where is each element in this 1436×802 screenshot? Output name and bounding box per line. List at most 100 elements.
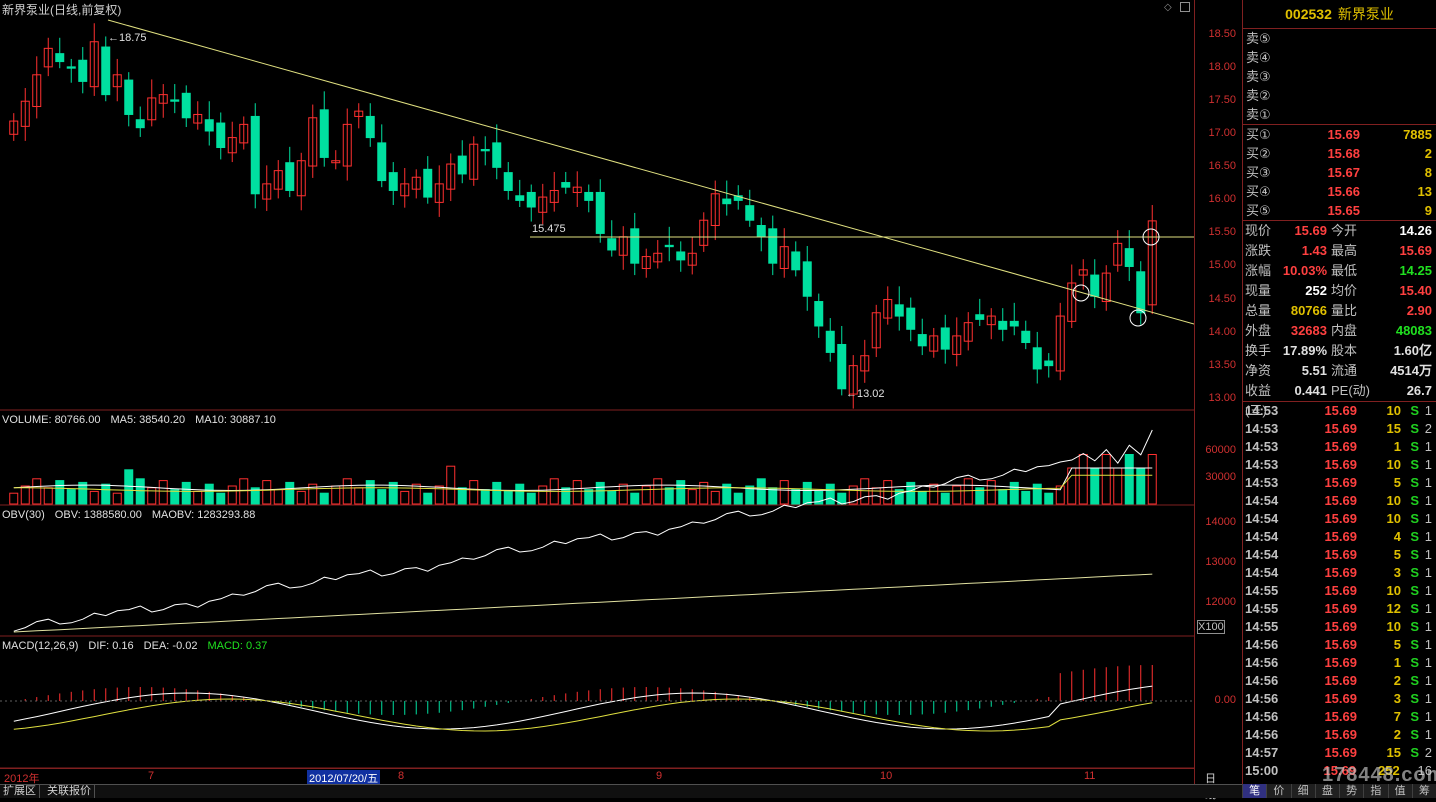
volume-ma5: MA5: 38540.20 [110, 414, 186, 426]
quote-panel: 002532 新界泵业 卖⑤ 卖④ 卖③ 卖② 卖① 买① 15.69 7885 买② 15.6… [1242, 0, 1436, 784]
tab-related-quote[interactable]: 关联报价 [44, 785, 95, 798]
tick-volume: 10 [1386, 403, 1401, 418]
tick-row[interactable]: 14:56 15.69 7 S 1 [1243, 708, 1436, 726]
tick-row[interactable]: 14:56 15.69 5 S 1 [1243, 636, 1436, 654]
volume-bar [1009, 481, 1019, 505]
volume-bar [480, 489, 490, 505]
price-tick: 16.00 [1208, 193, 1236, 206]
kline-chart-area[interactable]: 15.475 ←18.75 ←13.02 [0, 0, 1194, 784]
tick-time: 14:55 [1245, 601, 1279, 616]
tick-row[interactable]: 14:53 15.69 1 S 1 [1243, 438, 1436, 456]
candle-down [480, 148, 490, 152]
diamond-icon[interactable]: ◇ [1164, 2, 1172, 13]
tick-side: S [1410, 727, 1419, 742]
tick-list[interactable]: 14:53 15.69 10 S 1 14:53 15.69 15 S 2 14:53 15.69 1 S… [1243, 402, 1436, 780]
tick-row[interactable]: 14:54 15.69 10 S 1 [1243, 510, 1436, 528]
quote-key: 内盘 [1331, 323, 1358, 338]
buy-order-row[interactable]: 买① 15.69 7885 [1243, 125, 1436, 144]
volume-bar [791, 489, 801, 505]
quote-row: 外盘 32683 内盘 48083 [1243, 321, 1436, 341]
volume-bar [365, 480, 375, 505]
tick-time: 14:56 [1245, 727, 1279, 742]
candle-down [894, 304, 904, 317]
hline-label: 15.475 [532, 223, 566, 235]
tick-row[interactable]: 14:55 15.69 12 S 1 [1243, 600, 1436, 618]
tick-row[interactable]: 14:53 15.69 10 S 1 [1243, 456, 1436, 474]
tick-price: 15.69 [1324, 601, 1357, 616]
volume-bar [664, 487, 674, 505]
order-label: 卖④ [1246, 50, 1271, 65]
tab-extension[interactable]: 扩展区 [0, 785, 40, 798]
candle-down [101, 46, 111, 96]
date-label: 9 [656, 770, 663, 782]
volume-bar [446, 465, 456, 505]
price-tick: 14.50 [1208, 292, 1236, 305]
tick-row[interactable]: 14:53 15.69 15 S 2 [1243, 420, 1436, 438]
sell-order-row[interactable]: 卖⑤ [1243, 29, 1436, 48]
tick-side: S [1410, 403, 1419, 418]
quote-value: 252 [1305, 283, 1327, 298]
order-volume: 8 [1424, 165, 1432, 180]
candle-down [664, 244, 674, 248]
quote-value: 10.03% [1282, 263, 1327, 278]
tick-side: S [1410, 493, 1419, 508]
volume-bar [630, 492, 640, 505]
maximize-icon[interactable] [1180, 2, 1190, 12]
tick-row[interactable]: 14:56 15.69 2 S 1 [1243, 726, 1436, 744]
tick-row[interactable]: 14:54 15.69 5 S 1 [1243, 546, 1436, 564]
candle-down [940, 327, 950, 350]
quote-key: PE(动) [1331, 383, 1371, 398]
volume-bar [802, 481, 812, 505]
dock-tab[interactable]: 笔 [1242, 784, 1267, 798]
tick-row[interactable]: 14:54 15.69 3 S 1 [1243, 564, 1436, 582]
volume-bar [423, 492, 433, 505]
quote-key: 最高 [1331, 243, 1358, 258]
dock-tab[interactable]: 细 [1290, 784, 1315, 798]
candle-down [607, 238, 617, 251]
tick-count: 1 [1424, 439, 1432, 454]
candle-down [745, 205, 755, 221]
tick-row[interactable]: 14:54 15.69 4 S 1 [1243, 528, 1436, 546]
quote-value: 14.25 [1399, 263, 1432, 278]
volume-bar [538, 485, 548, 505]
quote-row: 总量 80766 量比 2.90 [1243, 301, 1436, 321]
buy-order-row[interactable]: 买④ 15.66 13 [1243, 182, 1436, 201]
candle-down [55, 53, 65, 63]
tick-row[interactable]: 14:56 15.69 2 S 1 [1243, 672, 1436, 690]
tick-volume: 10 [1386, 493, 1401, 508]
tick-count: 1 [1424, 583, 1432, 598]
tick-row[interactable]: 14:56 15.69 3 S 1 [1243, 690, 1436, 708]
candle-down [388, 172, 398, 191]
tick-row[interactable]: 14:53 15.69 10 S 1 [1243, 402, 1436, 420]
quote-key: 现价 [1245, 223, 1272, 238]
quote-value: 17.89% [1282, 343, 1327, 358]
buy-order-row[interactable]: 买③ 15.67 8 [1243, 163, 1436, 182]
tick-price: 15.69 [1324, 655, 1357, 670]
sell-order-row[interactable]: 卖② [1243, 86, 1436, 105]
order-price [1298, 67, 1360, 86]
buy-order-row[interactable]: 买⑤ 15.65 9 [1243, 201, 1436, 220]
candle-down [1009, 320, 1019, 327]
volume-bar [78, 481, 88, 505]
tick-row[interactable]: 14:56 15.69 1 S 1 [1243, 654, 1436, 672]
buy-order-row[interactable]: 买② 15.68 2 [1243, 144, 1436, 163]
tick-row[interactable]: 14:55 15.69 10 S 1 [1243, 582, 1436, 600]
volume-bar [515, 483, 525, 505]
tick-time: 14:53 [1245, 475, 1279, 490]
tick-volume: 5 [1393, 637, 1401, 652]
tick-row[interactable]: 14:53 15.69 5 S 1 [1243, 474, 1436, 492]
tick-row[interactable]: 14:55 15.69 10 S 1 [1243, 618, 1436, 636]
tick-price: 15.69 [1324, 439, 1357, 454]
sell-order-row[interactable]: 卖① [1243, 105, 1436, 124]
obv-tick: 14000 [1205, 516, 1236, 528]
volume-bar [319, 492, 329, 505]
order-price [1298, 48, 1360, 67]
tick-row[interactable]: 14:54 15.69 10 S 1 [1243, 492, 1436, 510]
tick-side: S [1410, 439, 1419, 454]
tick-row[interactable]: 14:57 15.69 15 S 2 [1243, 744, 1436, 762]
dock-tab[interactable]: 价 [1266, 784, 1290, 798]
sell-order-row[interactable]: 卖③ [1243, 67, 1436, 86]
obv-unit: X100 [1197, 620, 1225, 634]
sell-order-row[interactable]: 卖④ [1243, 48, 1436, 67]
volume-bar [779, 480, 789, 505]
